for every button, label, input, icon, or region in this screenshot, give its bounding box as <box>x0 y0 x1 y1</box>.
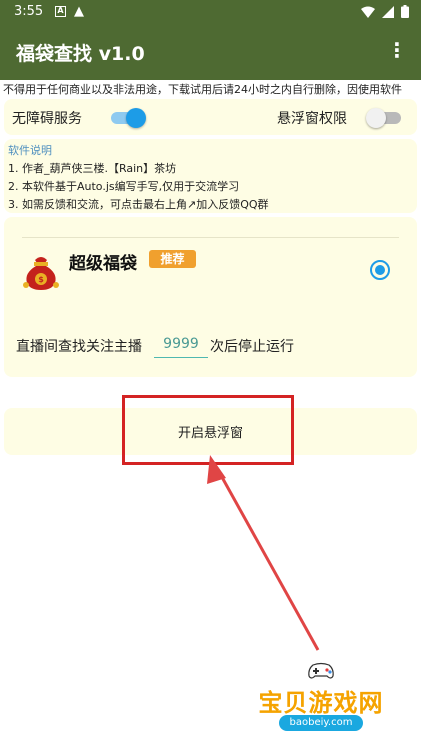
watermark-url: baobeiy.com <box>279 715 363 731</box>
watermark-logo: 宝贝游戏网 baobeiy.com <box>246 661 396 741</box>
annotation-arrow <box>207 455 320 651</box>
gamepad-icon <box>308 662 334 679</box>
watermark-text: 宝贝游戏网 <box>258 689 384 717</box>
